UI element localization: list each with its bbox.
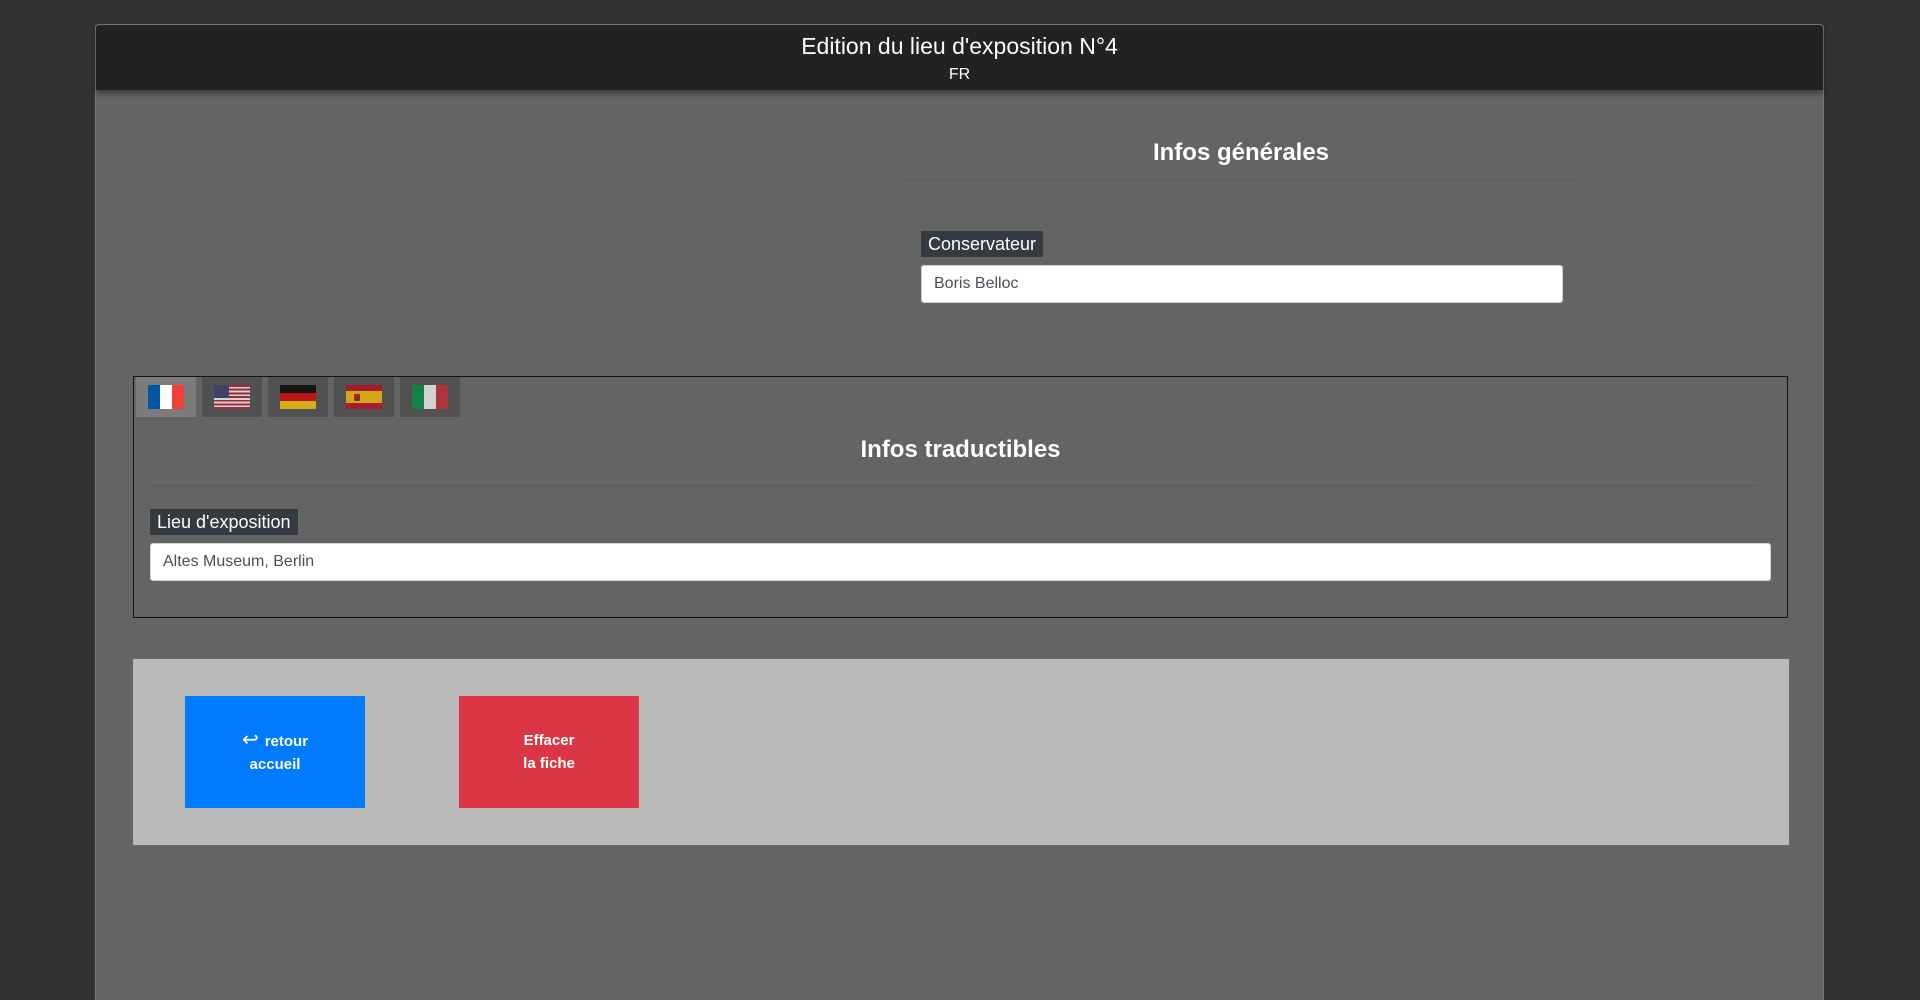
delete-record-button[interactable]: Effacer la fiche	[459, 696, 639, 808]
general-info-section: Infos générales Conservateur	[905, 135, 1577, 303]
flag-germany-icon	[280, 385, 316, 409]
tab-lang-it[interactable]	[400, 377, 460, 417]
lieu-exposition-label: Lieu d'exposition	[150, 509, 298, 535]
back-button-line1: retour	[264, 732, 309, 750]
flag-spain-icon	[346, 385, 382, 409]
edit-card: Edition du lieu d'exposition N°4 FR Info…	[95, 24, 1824, 1000]
conservateur-input[interactable]	[921, 265, 1563, 303]
flag-france-icon	[148, 385, 184, 409]
action-bar: ↩ retour accueil Effacer la fiche	[133, 659, 1789, 845]
delete-button-line2: la fiche	[523, 755, 575, 772]
language-tabs	[136, 377, 466, 417]
back-home-button[interactable]: ↩ retour accueil	[185, 696, 365, 808]
translatable-info-title: Infos traductibles	[860, 436, 1061, 463]
general-info-divider	[905, 179, 1577, 180]
translatable-info-divider	[151, 485, 1757, 486]
flag-italy-icon	[412, 385, 448, 409]
general-info-title: Infos générales	[1152, 139, 1330, 166]
translatable-info-section: Infos traductibles Lieu d'exposition	[133, 376, 1788, 618]
tab-lang-fr[interactable]	[136, 377, 196, 417]
page-header: Edition du lieu d'exposition N°4 FR	[96, 25, 1823, 90]
back-button-line2: accueil	[249, 755, 301, 773]
flag-usa-icon	[214, 385, 250, 409]
tab-lang-en[interactable]	[202, 377, 262, 417]
tab-lang-es[interactable]	[334, 377, 394, 417]
current-language: FR	[948, 66, 971, 83]
tab-lang-de[interactable]	[268, 377, 328, 417]
page-title: Edition du lieu d'exposition N°4	[801, 33, 1118, 59]
arrow-left-icon: ↩	[241, 728, 259, 751]
delete-button-line1: Effacer	[523, 732, 575, 749]
conservateur-label: Conservateur	[921, 231, 1044, 257]
lieu-exposition-input[interactable]	[150, 543, 1771, 581]
